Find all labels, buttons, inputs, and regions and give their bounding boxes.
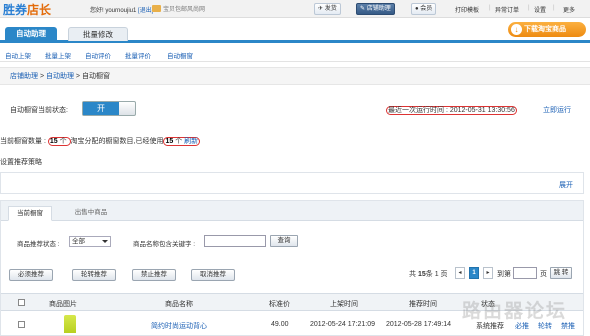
forbid-recommend-button[interactable]: 禁止推荐 — [132, 269, 176, 281]
product-thumbnail[interactable] — [64, 315, 76, 333]
subnav-batch-review[interactable]: 批量评价 — [125, 50, 151, 60]
product-list-time: 2012-05-24 17:21:09 — [310, 321, 375, 328]
page-number-input[interactable] — [513, 267, 537, 279]
download-icon: ↓ — [511, 24, 522, 35]
toggle-on-label: 开 — [83, 102, 119, 115]
breadcrumb-shop-assistant[interactable]: 店铺助理 — [10, 73, 38, 80]
more-link[interactable]: 更多 — [563, 5, 575, 14]
row-checkbox[interactable] — [18, 321, 25, 328]
product-rec-time: 2012-05-28 17:49:14 — [386, 321, 451, 328]
print-template-link[interactable]: 打印模板 — [455, 5, 479, 14]
product-name-link[interactable]: 简约时尚运动背心 — [151, 321, 207, 331]
query-button[interactable]: 查询 — [270, 235, 298, 247]
subnav-batch-list[interactable]: 批量上架 — [45, 50, 71, 60]
th-image: 商品图片 — [49, 301, 77, 308]
breadcrumb-current: 自动橱窗 — [81, 73, 110, 80]
app-logo[interactable]: 胜券店长 — [3, 1, 51, 18]
select-all-checkbox[interactable] — [18, 299, 25, 306]
panel-tab-row: 当前橱窗 出售中商品 — [1, 201, 583, 221]
th-rec-time: 推荐时间 — [409, 301, 437, 308]
top-bar: 胜券店长 您好! yournoujiu1 [退出] 宝贝包邮风尚网 ✈ 发货 ✎… — [0, 0, 590, 18]
tab-auto-assistant[interactable]: 自动助理 — [5, 27, 57, 41]
breadcrumb: 店铺助理 > 自动助理 > 自动橱窗 — [0, 67, 590, 85]
th-list-time: 上架时间 — [330, 301, 358, 308]
rotate-recommend-button[interactable]: 轮转推荐 — [72, 269, 116, 281]
subnav-auto-window[interactable]: 自动橱窗 — [167, 50, 193, 60]
status-row: 自动橱窗当前状态: 开 最近一次运行时间 : 2012-05-31 13:30:… — [0, 97, 590, 119]
keyword-label: 商品名称包含关键字 : — [133, 241, 196, 248]
jump-button[interactable]: 跳 转 — [550, 267, 572, 279]
window-count: 15 — [49, 138, 58, 145]
expand-link[interactable]: 展开 — [559, 180, 573, 190]
main-tab-row: 自动助理 批量修改 ↓ 下载淘宝商品 — [0, 19, 590, 43]
status-filter-label: 商品推荐状态 : — [17, 241, 60, 248]
status-filter-select[interactable]: 全部 — [69, 236, 111, 247]
breadcrumb-auto-assistant[interactable]: 自动助理 — [46, 73, 74, 80]
announcement[interactable]: 宝贝包邮风尚网 — [152, 4, 205, 13]
abnormal-orders-link[interactable]: 异常订单 — [495, 5, 519, 14]
page-unit-label: 页 — [540, 271, 547, 278]
tab-current-windows[interactable]: 当前橱窗 — [8, 206, 52, 221]
product-price: 49.00 — [271, 321, 289, 328]
window-count-line: 当前橱窗数量 : 15 个 淘宝分配的橱窗数目,已经使用 15 个 刷新 — [0, 137, 201, 146]
refresh-link[interactable]: 刷新 — [184, 138, 198, 145]
last-run: 最近一次运行时间 : 2012-05-31 13:30:56 — [386, 106, 517, 115]
shop-assistant-button[interactable]: ✎ 店铺助理 — [356, 3, 395, 15]
goto-label: 到第 — [497, 271, 511, 278]
strategy-expand-bar: 展开 — [0, 172, 584, 194]
download-taobao-products-button[interactable]: ↓ 下载淘宝商品 — [508, 22, 586, 37]
next-page-button[interactable]: ▸ — [483, 267, 493, 279]
subnav-auto-list[interactable]: 自动上架 — [5, 50, 31, 60]
pager-total: 共 15条 1 页 — [409, 271, 448, 278]
megaphone-icon — [152, 5, 161, 12]
last-run-time: 2012-05-31 13:30:56 — [449, 107, 515, 114]
chevron-down-icon — [102, 240, 108, 243]
current-page[interactable]: 1 — [469, 267, 479, 279]
prev-page-button[interactable]: ◂ — [455, 267, 465, 279]
tab-batch-edit[interactable]: 批量修改 — [68, 27, 128, 41]
sub-nav: 自动上架 批量上架 自动评价 批量评价 自动橱窗 — [0, 46, 590, 62]
tab-onsale-products[interactable]: 出售中商品 — [69, 206, 113, 221]
ship-button[interactable]: ✈ 发货 — [314, 3, 341, 15]
auto-window-toggle[interactable]: 开 — [82, 101, 136, 116]
th-name: 商品名称 — [165, 301, 193, 308]
watermark: 路由器论坛 — [462, 301, 568, 322]
keyword-input[interactable] — [204, 235, 266, 247]
th-price: 标准价 — [269, 301, 290, 308]
must-recommend-button[interactable]: 必须推荐 — [9, 269, 53, 281]
run-now-link[interactable]: 立即运行 — [543, 105, 571, 115]
settings-link[interactable]: 设置 — [534, 5, 546, 14]
subnav-auto-review[interactable]: 自动评价 — [85, 50, 111, 60]
status-label: 自动橱窗当前状态: — [10, 107, 68, 114]
cancel-recommend-button[interactable]: 取消推荐 — [191, 269, 235, 281]
strategy-label: 设置推荐策略 — [0, 159, 42, 166]
greeting: 您好! yournoujiu1 [退出] — [90, 8, 154, 14]
member-button[interactable]: ● 会员 — [411, 3, 437, 15]
